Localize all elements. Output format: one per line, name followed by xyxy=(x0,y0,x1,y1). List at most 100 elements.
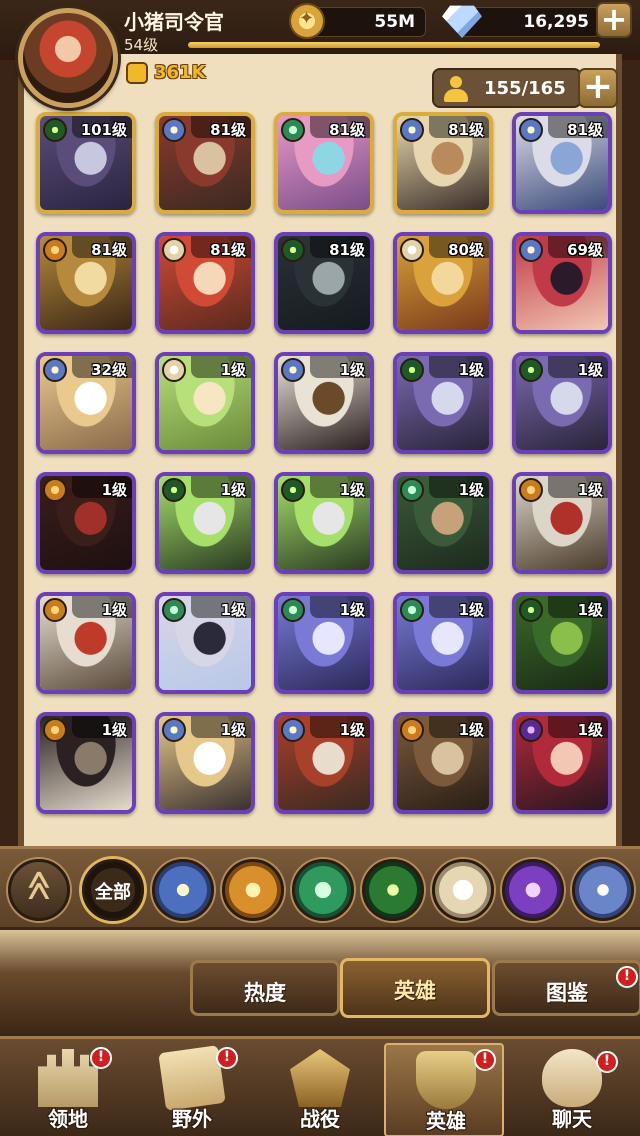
tab-hero-codex[interactable]: 图鉴 xyxy=(492,960,640,1016)
hero-card[interactable]: 1级 xyxy=(274,712,374,814)
dimensional-filter-icon[interactable] xyxy=(572,859,634,921)
hero-card[interactable]: 1级 xyxy=(512,472,612,574)
hero-list-panel: 101级 81级 81级 81级 81级 81级 81级 81级 80级 69级 32级 1级 1级 1级… xyxy=(18,54,622,854)
hero-card[interactable]: 1级 xyxy=(512,592,612,694)
castle-icon xyxy=(38,1049,98,1107)
hero-card[interactable]: 81级 xyxy=(393,112,493,214)
nav-campaign[interactable]: 战役 xyxy=(260,1043,380,1136)
hero-level: 1级 xyxy=(339,721,365,739)
hero-card[interactable]: 1级 xyxy=(36,472,136,574)
filter-all-button[interactable]: 全部 xyxy=(82,859,144,921)
team-power: 361K xyxy=(154,62,206,83)
fist-power-icon xyxy=(126,62,148,84)
nav-territory[interactable]: ! 领地 xyxy=(8,1043,128,1136)
graveborn-faction-icon xyxy=(519,598,543,622)
faction-filter-bar: ≪ 全部 xyxy=(0,846,640,930)
hero-card[interactable]: 32级 xyxy=(36,352,136,454)
expand-capacity-button[interactable]: + xyxy=(578,68,618,108)
mauler-faction-icon xyxy=(400,718,424,742)
graveborn-faction-icon xyxy=(400,358,424,382)
wilder-faction-icon xyxy=(281,598,305,622)
hero-card[interactable]: 81级 xyxy=(274,112,374,214)
hero-card[interactable]: 1级 xyxy=(512,712,612,814)
hero-card[interactable]: 81级 xyxy=(512,112,612,214)
wilder-filter-icon[interactable] xyxy=(292,859,354,921)
wilder-faction-icon xyxy=(400,478,424,502)
celestial-faction-icon xyxy=(162,238,186,262)
hero-card[interactable]: 1级 xyxy=(155,352,255,454)
hero-card[interactable]: 81级 xyxy=(155,112,255,214)
celestial-filter-icon[interactable] xyxy=(432,859,494,921)
nav-heroes[interactable]: ! 英雄 xyxy=(384,1043,504,1136)
hero-card[interactable]: 1级 xyxy=(393,352,493,454)
hero-card[interactable]: 1级 xyxy=(36,592,136,694)
player-avatar[interactable] xyxy=(18,8,118,108)
xp-bar-fill xyxy=(188,42,600,48)
mauler-filter-icon[interactable] xyxy=(222,859,284,921)
hero-card[interactable]: 1级 xyxy=(512,352,612,454)
tab-popularity[interactable]: 热度 xyxy=(190,960,340,1016)
hero-card[interactable]: 1级 xyxy=(393,712,493,814)
mauler-faction-icon xyxy=(43,598,67,622)
graveborn-filter-icon[interactable] xyxy=(362,859,424,921)
nav-territory-label: 领地 xyxy=(48,1107,88,1131)
nav-chat[interactable]: ! 聊天 xyxy=(512,1043,632,1136)
mauler-faction-icon xyxy=(43,718,67,742)
mauler-faction-icon xyxy=(43,478,67,502)
lightbearer-faction-icon xyxy=(281,358,305,382)
gold-value: 55M xyxy=(374,12,415,32)
wilder-faction-icon xyxy=(400,598,424,622)
territory-alert-badge: ! xyxy=(90,1047,112,1069)
hero-card[interactable]: 101级 xyxy=(36,112,136,214)
player-level: 54级 xyxy=(124,36,159,54)
hero-card[interactable]: 1级 xyxy=(393,592,493,694)
hero-card[interactable]: 1级 xyxy=(155,712,255,814)
graveborn-faction-icon xyxy=(519,358,543,382)
hero-card[interactable]: 1级 xyxy=(274,352,374,454)
mauler-faction-icon xyxy=(519,478,543,502)
lightbearer-filter-icon[interactable] xyxy=(152,859,214,921)
hero-level: 1级 xyxy=(220,481,246,499)
hero-level: 81级 xyxy=(329,241,365,259)
hero-card[interactable]: 80级 xyxy=(393,232,493,334)
wilder-faction-icon xyxy=(162,598,186,622)
chat-alert-badge: ! xyxy=(596,1051,618,1073)
hero-level: 101级 xyxy=(80,121,127,139)
hero-level: 1级 xyxy=(220,361,246,379)
hero-card[interactable]: 81级 xyxy=(274,232,374,334)
nav-wilds[interactable]: ! 野外 xyxy=(132,1043,252,1136)
heroes-alert-badge: ! xyxy=(474,1049,496,1071)
hero-level: 1级 xyxy=(577,601,603,619)
hypogean-filter-icon[interactable] xyxy=(502,859,564,921)
hero-card[interactable]: 81级 xyxy=(36,232,136,334)
hero-card[interactable]: 1级 xyxy=(36,712,136,814)
hero-capacity-value: 155/165 xyxy=(484,78,566,99)
hero-level: 1级 xyxy=(577,361,603,379)
hero-level: 1级 xyxy=(220,601,246,619)
hero-level: 1级 xyxy=(458,721,484,739)
nav-heroes-label: 英雄 xyxy=(426,1109,466,1133)
hero-card[interactable]: 1级 xyxy=(274,472,374,574)
chevron-up-icon: ≪ xyxy=(21,869,57,902)
filter-all-label: 全部 xyxy=(95,882,131,903)
hero-card[interactable]: 81级 xyxy=(155,232,255,334)
chat-bubble-icon xyxy=(542,1049,602,1107)
codex-alert-badge: ! xyxy=(616,966,638,988)
hero-grid: 101级 81级 81级 81级 81级 81级 81级 81级 80级 69级 32级 1级 1级 1级… xyxy=(36,112,616,832)
hero-card[interactable]: 1级 xyxy=(274,592,374,694)
hero-card[interactable]: 1级 xyxy=(155,592,255,694)
lightbearer-faction-icon xyxy=(162,118,186,142)
xp-bar xyxy=(188,42,600,48)
hero-card[interactable]: 69级 xyxy=(512,232,612,334)
wilds-alert-badge: ! xyxy=(216,1047,238,1069)
lightbearer-faction-icon xyxy=(519,118,543,142)
hero-card[interactable]: 1级 xyxy=(393,472,493,574)
hypogean-faction-icon xyxy=(519,718,543,742)
hero-level: 81级 xyxy=(210,241,246,259)
tab-heroes[interactable]: 英雄 xyxy=(340,958,490,1018)
player-name: 小猪司令官 xyxy=(124,10,224,34)
add-gems-button[interactable]: + xyxy=(596,2,632,38)
hero-card[interactable]: 1级 xyxy=(155,472,255,574)
lightbearer-faction-icon xyxy=(400,118,424,142)
sort-toggle-button[interactable]: ≪ xyxy=(8,859,70,921)
